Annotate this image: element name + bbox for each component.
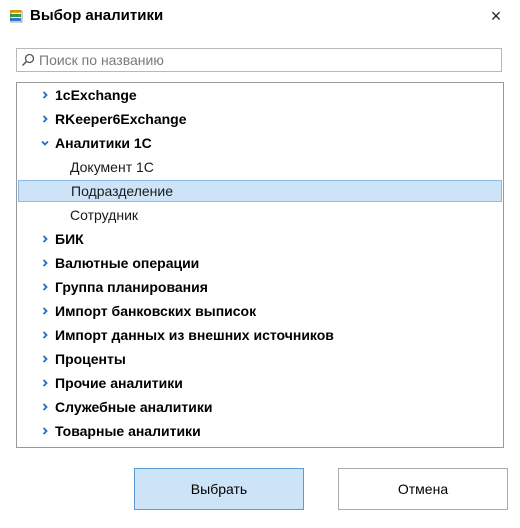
chevron-right-icon[interactable] bbox=[40, 114, 50, 124]
tree-item-label: Подразделение bbox=[71, 183, 174, 199]
tree-item-label: 1cExchange bbox=[55, 87, 137, 103]
chevron-right-icon[interactable] bbox=[40, 90, 50, 100]
close-icon[interactable]: × bbox=[484, 4, 508, 28]
tree-child-item[interactable]: Документ 1С bbox=[18, 156, 502, 178]
tree-item-label: Импорт банковских выписок bbox=[55, 303, 257, 319]
folder-stack-icon bbox=[10, 10, 23, 23]
tree-child-item[interactable]: Сотрудник bbox=[18, 204, 502, 226]
chevron-right-icon[interactable] bbox=[40, 330, 50, 340]
tree-item-label: Документ 1С bbox=[70, 159, 154, 175]
tree-item-label: Сотрудник bbox=[70, 207, 139, 223]
select-button[interactable]: Выбрать bbox=[134, 468, 304, 510]
cancel-button[interactable]: Отмена bbox=[338, 468, 508, 510]
tree-item-label: Служебные аналитики bbox=[55, 399, 213, 415]
chevron-right-icon[interactable] bbox=[40, 258, 50, 268]
tree-group-item[interactable]: 1cExchange bbox=[18, 84, 502, 106]
analytics-tree[interactable]: 1cExchange RKeeper6Exchange Аналитики 1С До… bbox=[16, 82, 504, 448]
tree-group-item[interactable]: Группа планирования bbox=[18, 276, 502, 298]
tree-item-label: Аналитики 1С bbox=[55, 135, 152, 151]
chevron-right-icon[interactable] bbox=[40, 354, 50, 364]
tree-group-item[interactable]: Прочие аналитики bbox=[18, 372, 502, 394]
window-title: Выбор аналитики bbox=[30, 7, 164, 24]
tree-group-item[interactable]: Импорт банковских выписок bbox=[18, 300, 502, 322]
tree-group-item[interactable]: Аналитики 1С bbox=[18, 132, 502, 154]
tree-group-item[interactable]: Товарные аналитики bbox=[18, 420, 502, 442]
tree-item-label: Товарные аналитики bbox=[55, 423, 201, 439]
tree-group-item[interactable]: Служебные аналитики bbox=[18, 396, 502, 418]
search-input[interactable] bbox=[39, 50, 494, 70]
chevron-right-icon[interactable] bbox=[40, 282, 50, 292]
chevron-right-icon[interactable] bbox=[40, 426, 50, 436]
tree-item-label: Прочие аналитики bbox=[55, 375, 183, 391]
tree-child-item[interactable]: Подразделение bbox=[18, 180, 502, 202]
tree-item-label: Валютные операции bbox=[55, 255, 200, 271]
chevron-right-icon[interactable] bbox=[40, 306, 50, 316]
chevron-right-icon[interactable] bbox=[40, 234, 50, 244]
tree-item-label: БИК bbox=[55, 231, 84, 247]
tree-group-item[interactable]: Валютные операции bbox=[18, 252, 502, 274]
tree-item-label: Проценты bbox=[55, 351, 126, 367]
tree-item-label: Импорт данных из внешних источников bbox=[55, 327, 334, 343]
chevron-right-icon[interactable] bbox=[40, 402, 50, 412]
tree-group-item[interactable]: RKeeper6Exchange bbox=[18, 108, 502, 130]
search-icon bbox=[21, 53, 35, 67]
tree-item-label: RKeeper6Exchange bbox=[55, 111, 187, 127]
title-bar: Выбор аналитики × bbox=[0, 0, 520, 32]
tree-group-item[interactable]: Проценты bbox=[18, 348, 502, 370]
tree-group-item[interactable]: БИК bbox=[18, 228, 502, 250]
tree-item-label: Группа планирования bbox=[55, 279, 208, 295]
chevron-down-icon[interactable] bbox=[40, 138, 50, 148]
tree-group-item[interactable]: Импорт данных из внешних источников bbox=[18, 324, 502, 346]
chevron-right-icon[interactable] bbox=[40, 378, 50, 388]
search-box[interactable] bbox=[16, 48, 502, 72]
